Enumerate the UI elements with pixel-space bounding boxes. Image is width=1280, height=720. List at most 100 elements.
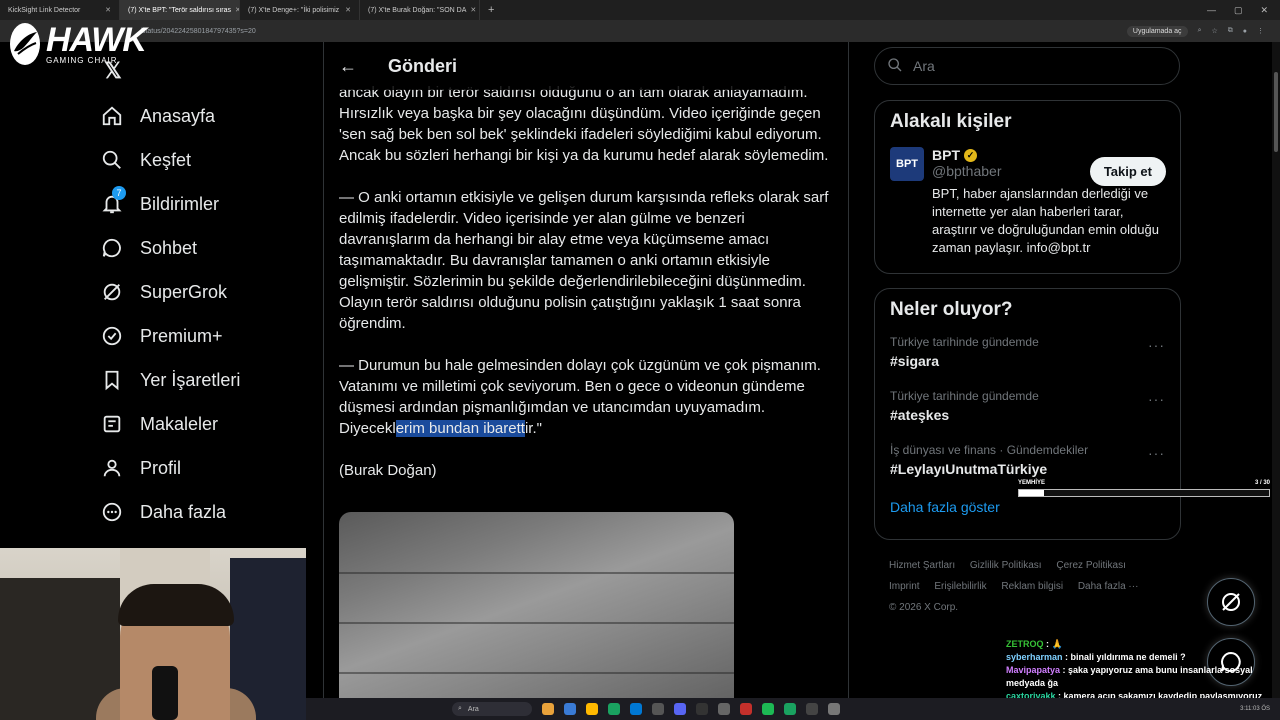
footer-link[interactable]: Erişilebilirlik [934, 581, 986, 592]
maximize-icon[interactable]: ▢ [1234, 5, 1243, 16]
footer-link[interactable]: Reklam bilgisi [1001, 581, 1063, 592]
search-icon [887, 57, 903, 76]
sidebar-item-label: Anasayfa [140, 105, 216, 126]
url-field[interactable]: /status/2042242580184797435?s=20 [140, 28, 256, 35]
chat-icon [100, 236, 124, 260]
search-placeholder: Ara [913, 58, 935, 74]
sidebar-nav: Anasayfa Keşfet 7 Bildirimler Sohbet Sup… [96, 94, 322, 534]
app-icon[interactable] [696, 703, 708, 715]
footer-link[interactable]: Çerez Politikası [1056, 560, 1125, 571]
zoom-icon[interactable]: ⌕ [1198, 27, 1202, 35]
search-input[interactable]: Ara [874, 47, 1180, 85]
more-options-icon[interactable]: ··· [1148, 337, 1165, 353]
article-icon [100, 412, 124, 436]
avatar[interactable]: BPT [890, 147, 924, 181]
post-author-line: (Burak Doğan) [339, 462, 437, 479]
browser-tab[interactable]: (7) X'te Denge+: "İki polisimiz ✕ [240, 0, 360, 20]
grok-icon [100, 280, 124, 304]
trend-item[interactable]: Türkiye tarihinde gündemde #ateşkes ··· [890, 389, 1165, 443]
related-people-title: Alakalı kişiler [890, 111, 1012, 132]
minimize-icon[interactable]: — [1207, 5, 1216, 16]
spotify-icon[interactable] [762, 703, 774, 715]
search-icon: ⌕ [458, 705, 462, 712]
taskbar-apps [542, 703, 840, 715]
chrome-icon[interactable] [784, 703, 796, 715]
hawk-emblem-icon [10, 23, 40, 65]
goal-count: 3 / 30 [1254, 480, 1270, 486]
footer-link[interactable]: Daha fazla ··· [1078, 581, 1139, 592]
app-icon[interactable] [806, 703, 818, 715]
close-icon[interactable]: ✕ [345, 6, 351, 14]
edge-icon[interactable] [630, 703, 642, 715]
scrollbar-thumb[interactable] [1274, 72, 1278, 152]
sidebar-item-bookmarks[interactable]: Yer İşaretleri [96, 358, 322, 402]
bookmark-icon [100, 368, 124, 392]
person-bio: BPT, haber ajanslarından derlediği ve in… [932, 186, 1159, 255]
app-icon[interactable] [718, 703, 730, 715]
app-icon[interactable] [740, 703, 752, 715]
app-icon[interactable] [542, 703, 554, 715]
sidebar-item-notifications[interactable]: 7 Bildirimler [96, 182, 322, 226]
chrome-icon[interactable] [608, 703, 620, 715]
chat-message: Mavipapatya : şaka yapıyoruz ama bunu in… [1006, 665, 1253, 688]
brand-subtitle: GAMING CHAIR [46, 56, 118, 65]
close-icon[interactable]: ✕ [470, 6, 476, 14]
close-window-icon[interactable]: ✕ [1260, 5, 1268, 16]
webcam-microphone [152, 666, 178, 720]
tab-label: (7) X'te Denge+: "İki polisimiz [248, 6, 340, 14]
app-icon[interactable] [564, 703, 576, 715]
footer-link[interactable]: Gizlilik Politikası [970, 560, 1042, 571]
sidebar-item-explore[interactable]: Keşfet [96, 138, 322, 182]
sidebar-item-label: SuperGrok [140, 281, 228, 302]
page-scrollbar[interactable] [1272, 42, 1280, 698]
x-logo-icon[interactable]: 𝕏 [104, 58, 122, 84]
trend-name: #LeylayıUnutmaTürkiye [890, 461, 1048, 477]
video-frame-detail [339, 672, 734, 674]
close-icon[interactable]: ✕ [105, 6, 111, 14]
sidebar-item-more[interactable]: Daha fazla [96, 490, 322, 534]
star-icon[interactable]: ☆ [1211, 27, 1217, 35]
verified-badge-icon: ✓ [964, 148, 977, 162]
related-people-card: Alakalı kişiler BPT BPT ✓ @bpthaber BPT, … [874, 100, 1181, 274]
footer-link[interactable]: Imprint [889, 581, 920, 592]
sidebar-item-profile[interactable]: Profil [96, 446, 322, 490]
sidebar-item-articles[interactable]: Makaleler [96, 402, 322, 446]
address-bar: /status/2042242580184797435?s=20 Uygulam… [0, 20, 1280, 42]
new-tab-button[interactable]: + [480, 4, 502, 16]
sidebar-item-label: Profil [140, 457, 182, 478]
extensions-icon[interactable]: ⧉ [1228, 27, 1233, 35]
follow-button[interactable]: Takip et [1089, 157, 1166, 186]
open-in-app-button[interactable]: Uygulamada aç [1126, 25, 1188, 37]
back-arrow-icon[interactable]: ← [324, 56, 372, 77]
browser-tab-active[interactable]: (7) X'te BPT: "Terör saldırısı sıras✕ [120, 0, 240, 20]
app-icon[interactable] [652, 703, 664, 715]
browser-tab[interactable]: KickSight Link Detector ✕ [0, 0, 120, 20]
sidebar-item-supergrok[interactable]: SuperGrok [96, 270, 322, 314]
trend-item[interactable]: Türkiye tarihinde gündemde #sigara ··· [890, 335, 1165, 389]
grok-fab-button[interactable] [1207, 578, 1255, 626]
folder-icon[interactable] [586, 703, 598, 715]
post-video[interactable] [339, 512, 734, 720]
taskbar-clock[interactable]: 3:11:03 ÖS [1240, 705, 1280, 713]
sidebar-item-home[interactable]: Anasayfa [96, 94, 322, 138]
browser-tab[interactable]: (7) X'te Burak Doğan: "SON DA ✕ [360, 0, 480, 20]
trend-name: #ateşkes [890, 407, 950, 423]
premium-icon [100, 324, 124, 348]
trend-category: Türkiye tarihinde gündemde [890, 335, 1039, 349]
sidebar-item-premium[interactable]: Premium+ [96, 314, 322, 358]
more-options-icon[interactable]: ··· [1148, 445, 1165, 461]
app-icon[interactable] [828, 703, 840, 715]
show-more-link[interactable]: Daha fazla göster [890, 499, 1165, 515]
person-name[interactable]: BPT [932, 147, 960, 163]
post-paragraph: ancak olayın bir terör saldırısı olduğun… [339, 84, 829, 164]
window-controls: — ▢ ✕ [1207, 5, 1280, 16]
taskbar-search[interactable]: ⌕ Ara [452, 702, 532, 716]
stream-goal-overlay: YEMHİYE 3 / 30 [1018, 480, 1270, 497]
more-options-icon[interactable]: ··· [1148, 391, 1165, 407]
sidebar-item-chat[interactable]: Sohbet [96, 226, 322, 270]
discord-icon[interactable] [674, 703, 686, 715]
menu-icon[interactable]: ⋮ [1257, 27, 1264, 35]
footer-link[interactable]: Hizmet Şartları [889, 560, 955, 571]
trend-category: Türkiye tarihinde gündemde [890, 389, 1039, 403]
profile-avatar-icon[interactable]: ● [1243, 28, 1247, 35]
